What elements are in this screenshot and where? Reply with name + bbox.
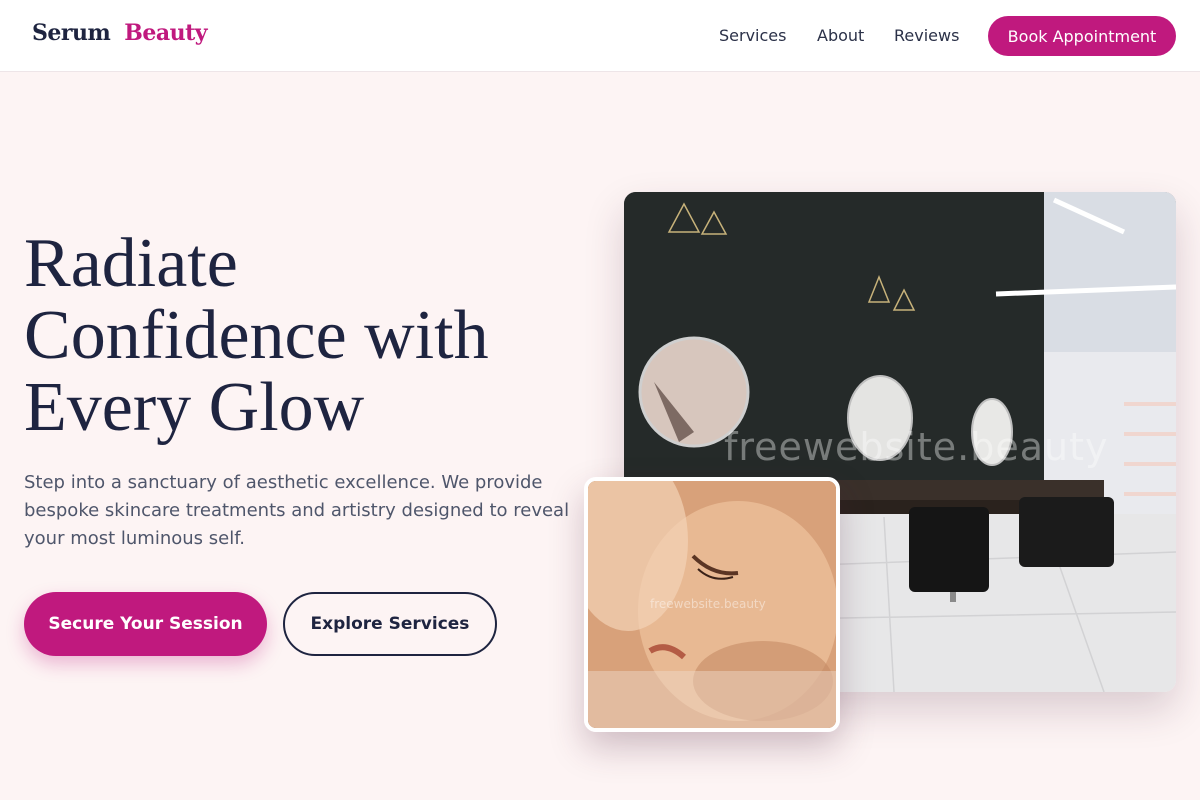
nav-link-services[interactable]: Services (719, 26, 786, 45)
explore-services-button[interactable]: Explore Services (283, 592, 497, 656)
hero-title-line: Confidence with (24, 297, 489, 374)
brand-name-second: Beauty (124, 20, 208, 46)
hero-title-line: Radiate (24, 225, 238, 302)
top-nav: Serum Beauty Services About Reviews Book … (0, 0, 1200, 72)
nav-link-reviews[interactable]: Reviews (894, 26, 959, 45)
nav-link-about[interactable]: About (817, 26, 864, 45)
hero-title: Radiate Confidence with Every Glow (24, 228, 584, 444)
secure-session-button[interactable]: Secure Your Session (24, 592, 267, 656)
model-image-watermark: freewebsite.beauty (650, 597, 766, 611)
brand-name-first: Serum (32, 20, 111, 46)
brand-logo[interactable]: Serum Beauty (32, 20, 208, 46)
book-appointment-button[interactable]: Book Appointment (988, 16, 1176, 56)
hero-description: Step into a sanctuary of aesthetic excel… (24, 472, 570, 549)
hero-title-line: Every Glow (24, 369, 365, 446)
salon-image-watermark: freewebsite.beauty (724, 425, 1109, 469)
